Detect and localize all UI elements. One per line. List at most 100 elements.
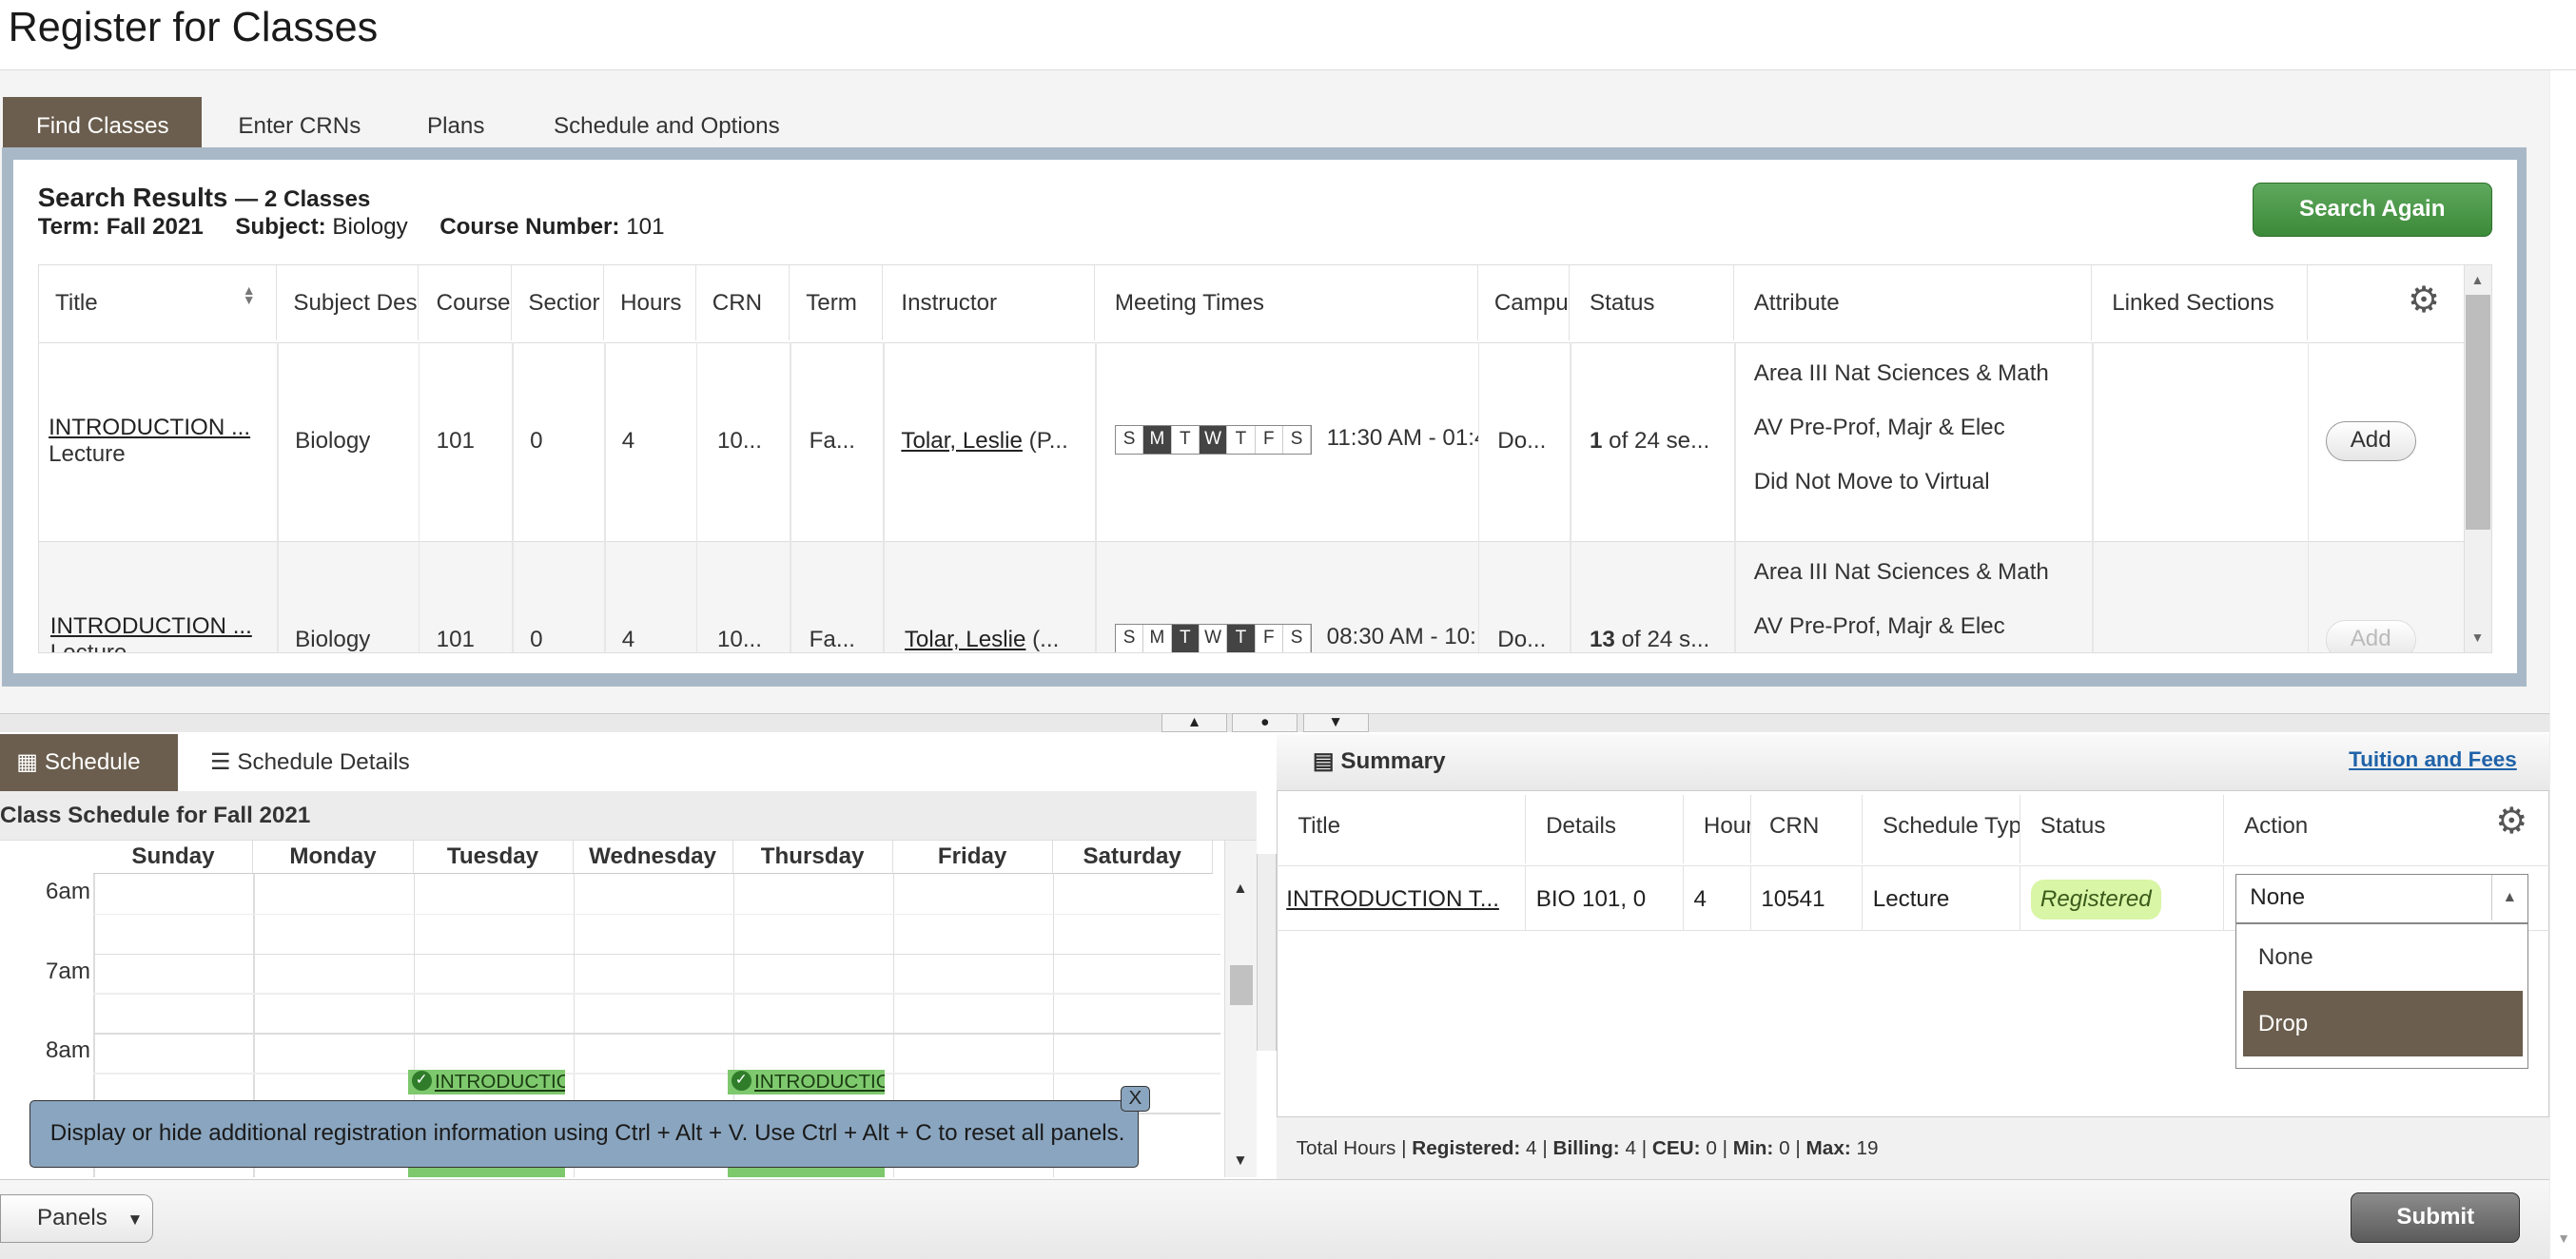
sort-icon[interactable]: ▲ ▼ [243, 283, 256, 306]
summary-header: ▤ Summary Tuition and Fees [1276, 733, 2550, 792]
col-section[interactable]: Sectior [512, 265, 604, 341]
col-hours-label: Hours [620, 290, 682, 317]
class-schedule-title: Class Schedule for Fall 2021 [0, 791, 1258, 842]
section-cell: 0 [530, 428, 543, 455]
submit-button[interactable]: Submit [2351, 1191, 2521, 1244]
summary-title-text: Summary [1340, 747, 1446, 774]
tab-plans[interactable]: Plans [394, 97, 517, 148]
instructor-link[interactable]: Tolar, Leslie [905, 627, 1026, 652]
tab-schedule-details[interactable]: ☰ Schedule Details [194, 734, 440, 791]
campus-cell: Do... [1497, 626, 1547, 652]
add-button[interactable]: Add [2325, 421, 2416, 461]
scroll-down-icon[interactable]: ▼ [2557, 1230, 2570, 1246]
page-scrollbar[interactable]: ▼ [2549, 70, 2576, 1259]
col-hours[interactable]: Hours [603, 265, 696, 341]
instructor-link[interactable]: Tolar, Leslie [901, 428, 1023, 454]
tab-enter-crns[interactable]: Enter CRNs [205, 97, 394, 148]
schedule-event[interactable]: ✓ INTRODUCTIO [728, 1069, 885, 1094]
gear-icon[interactable]: ⚙ [2495, 795, 2527, 854]
scroll-thumb[interactable] [2466, 295, 2491, 531]
total-hours-bar: Total Hours | Registered: 4 | Billing: 4… [1276, 1116, 2550, 1179]
col-crn[interactable]: CRN [695, 265, 790, 341]
summary-col-action[interactable]: Action ⚙ [2228, 795, 2547, 864]
summary-col-schedule-type[interactable]: Schedule Typ [1866, 794, 2021, 864]
page-title: Register for Classes [8, 5, 379, 51]
summary-col-action-label: Action [2244, 812, 2309, 839]
collapse-up-icon[interactable]: ▲ [1161, 712, 1228, 733]
scroll-up-icon[interactable]: ▲ [1233, 881, 1247, 898]
scroll-down-icon[interactable]: ▼ [1233, 1152, 1247, 1170]
summary-col-title[interactable]: Title [1281, 794, 1527, 864]
col-linked-sections[interactable]: Linked Sections [2092, 265, 2308, 341]
collapse-down-icon[interactable]: ▼ [1302, 712, 1369, 733]
scroll-down-icon[interactable]: ▼ [2471, 630, 2485, 645]
vertical-splitter[interactable] [1257, 854, 1277, 1052]
option-drop[interactable]: Drop [2243, 991, 2523, 1057]
instructor-cell: Tolar, Leslie (... [905, 626, 1085, 652]
summary-course-link[interactable]: INTRODUCTION T... [1276, 865, 1527, 932]
col-course[interactable]: Course [418, 265, 513, 341]
day-indicator: S [1282, 425, 1312, 454]
meeting-days: SMTWTFS [1114, 424, 1313, 455]
tab-find-classes[interactable]: Find Classes [3, 96, 203, 148]
scroll-up-icon[interactable]: ▲ [2471, 272, 2485, 287]
max-value: 19 [1856, 1137, 1879, 1160]
col-attribute[interactable]: Attribute [1733, 265, 2093, 341]
tuition-and-fees-link[interactable]: Tuition and Fees [2349, 747, 2517, 772]
option-none[interactable]: None [2243, 924, 2523, 990]
subject-cell: Biology [295, 428, 371, 455]
summary-schedule-type: Lecture [1863, 865, 2021, 932]
summary-details: BIO 101, 0 [1526, 865, 1685, 932]
subject-cell: Biology [295, 626, 371, 652]
add-button[interactable]: Add [2325, 620, 2416, 653]
col-instructor[interactable]: Instructor [883, 265, 1096, 341]
close-tooltip-button[interactable]: X [1120, 1085, 1150, 1113]
tab-schedule-label: Schedule [44, 748, 141, 775]
max-label: Max: [1805, 1137, 1851, 1160]
ceu-value: 0 [1706, 1137, 1717, 1160]
schedule-type: Lecture [49, 639, 127, 654]
schedule-event[interactable]: ✓ INTRODUCTIO [408, 1069, 565, 1094]
instructor-extra: (... [1032, 626, 1060, 652]
registered-value: 4 [1526, 1137, 1537, 1160]
course-number-label: Course Number: [439, 213, 620, 240]
help-tooltip: Display or hide additional registration … [29, 1100, 1139, 1168]
list-icon: ☰ [210, 748, 231, 775]
tab-schedule[interactable]: ▦ Schedule [0, 733, 178, 792]
tab-schedule-and-options[interactable]: Schedule and Options [520, 97, 812, 148]
course-cell: 101 [436, 626, 475, 652]
day-indicator: M [1143, 624, 1172, 652]
calendar-scrollbar[interactable]: ▲ ▼ [1223, 841, 1258, 1178]
summary-col-crn[interactable]: CRN [1753, 794, 1864, 864]
summary-col-hours[interactable]: Hour [1688, 794, 1751, 864]
summary-col-status[interactable]: Status [2024, 794, 2225, 864]
day-indicator: T [1171, 624, 1200, 652]
col-title[interactable]: Title [38, 265, 278, 341]
col-settings: ⚙ [2307, 265, 2464, 341]
schedule-event-block [728, 1167, 885, 1178]
col-status[interactable]: Status [1570, 265, 1734, 341]
ceu-label: CEU: [1651, 1137, 1701, 1160]
check-icon: ✓ [731, 1071, 751, 1092]
course-title-link[interactable]: INTRODUCTION ... [49, 415, 256, 441]
attribute-item: Area III Nat Sciences & Math [1753, 360, 2049, 387]
campus-cell: Do... [1497, 428, 1547, 455]
dropdown-arrow-icon[interactable]: ▲ [2490, 874, 2527, 921]
col-campus[interactable]: Campu [1477, 265, 1571, 341]
summary-title: ▤ Summary [1313, 747, 1446, 775]
results-scrollbar[interactable]: ▲ ▼ [2463, 265, 2491, 653]
split-center-icon[interactable]: ● [1232, 712, 1298, 733]
course-title-link[interactable]: INTRODUCTION ... [50, 613, 258, 640]
gear-icon[interactable]: ⚙ [2408, 265, 2440, 339]
col-term[interactable]: Term [789, 265, 884, 341]
col-meeting-times[interactable]: Meeting Times [1095, 265, 1478, 341]
totals-label: Total Hours | [1296, 1137, 1407, 1160]
search-again-button[interactable]: Search Again [2252, 182, 2492, 237]
panels-button[interactable]: Panels ▼ [0, 1193, 153, 1244]
scroll-thumb[interactable] [1229, 965, 1253, 1005]
summary-col-details[interactable]: Details [1530, 794, 1685, 864]
action-select[interactable]: None ▲ [2235, 873, 2528, 923]
col-subject[interactable]: Subject Des [277, 265, 419, 341]
term-label: Term: [37, 213, 101, 240]
hours-cell: 4 [621, 428, 635, 455]
